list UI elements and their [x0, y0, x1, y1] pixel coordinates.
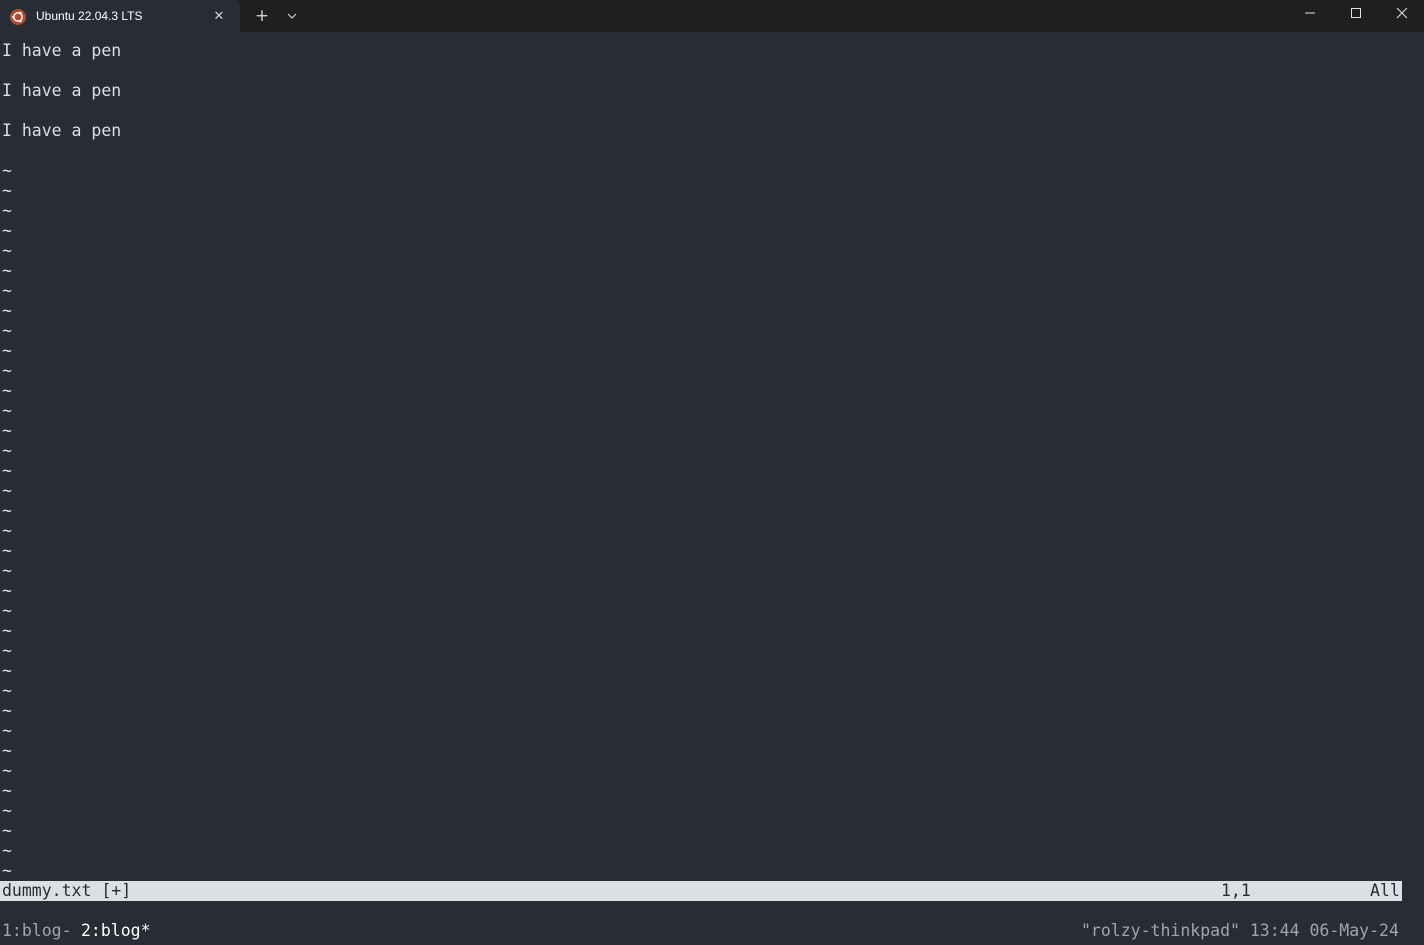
minimize-button[interactable] [1287, 0, 1333, 32]
empty-line-tilde: ~ [2, 721, 12, 740]
empty-line-tilde: ~ [2, 341, 12, 360]
editor-line[interactable]: I have a pen [2, 81, 121, 101]
empty-line-tilde: ~ [2, 521, 12, 540]
empty-line-tilde: ~ [2, 661, 12, 680]
empty-line-tilde: ~ [2, 821, 12, 840]
status-cursor-position: 1,1 [1221, 881, 1251, 900]
empty-line-tilde: ~ [2, 461, 12, 480]
tmux-window-2[interactable]: 2:blog* [81, 921, 151, 941]
status-filename: dummy.txt [+] [2, 881, 132, 900]
ubuntu-logo-icon [10, 9, 26, 25]
empty-line-tilde: ~ [2, 201, 12, 220]
chevron-down-icon[interactable] [283, 7, 301, 25]
terminal-tab[interactable]: Ubuntu 22.04.3 LTS ✕ [0, 0, 240, 32]
empty-line-tilde: ~ [2, 601, 12, 620]
empty-line-tilde: ~ [2, 401, 12, 420]
empty-line-tilde: ~ [2, 321, 12, 340]
empty-line-tilde: ~ [2, 181, 12, 200]
empty-line-tilde: ~ [2, 801, 12, 820]
editor-line[interactable]: I have a pen [2, 41, 121, 61]
new-tab-button[interactable]: + [252, 6, 272, 26]
empty-line-tilde: ~ [2, 761, 12, 780]
empty-line-tilde: ~ [2, 261, 12, 280]
empty-line-tilde: ~ [2, 161, 12, 180]
empty-line-tilde: ~ [2, 501, 12, 520]
editor-line[interactable]: I have a pen [2, 121, 121, 141]
empty-line-tilde: ~ [2, 781, 12, 800]
tmux-host-time: "rolzy-thinkpad" 13:44 06-May-24 [1081, 921, 1399, 940]
tab-title: Ubuntu 22.04.3 LTS [36, 9, 143, 23]
empty-line-tilde: ~ [2, 421, 12, 440]
terminal-content[interactable]: I have a pen I have a pen I have a pen ~ ~ ~ ~… [0, 32, 1424, 945]
empty-line-tilde: ~ [2, 241, 12, 260]
empty-line-tilde: ~ [2, 861, 12, 880]
empty-line-tilde: ~ [2, 561, 12, 580]
empty-line-tilde: ~ [2, 441, 12, 460]
empty-line-tilde: ~ [2, 841, 12, 860]
empty-line-tilde: ~ [2, 381, 12, 400]
title-bar: Ubuntu 22.04.3 LTS ✕ + [0, 0, 1424, 32]
close-window-button[interactable] [1379, 0, 1424, 32]
minimize-icon [1305, 12, 1315, 14]
vim-status-line: dummy.txt [+] 1,1 All [0, 881, 1402, 901]
empty-line-tilde: ~ [2, 481, 12, 500]
empty-line-tilde: ~ [2, 541, 12, 560]
close-tab-icon[interactable]: ✕ [210, 8, 228, 26]
empty-line-tilde: ~ [2, 581, 12, 600]
tmux-status-bar: 1:blog- 2:blog* "rolzy-thinkpad" 13:44 0… [0, 921, 1424, 941]
status-scroll-percent: All [1370, 881, 1400, 900]
tmux-window-1[interactable]: 1:blog- [2, 921, 72, 941]
empty-line-tilde: ~ [2, 681, 12, 700]
empty-line-tilde: ~ [2, 741, 12, 760]
maximize-icon [1351, 8, 1361, 18]
empty-line-tilde: ~ [2, 641, 12, 660]
empty-line-tilde: ~ [2, 361, 12, 380]
terminal-window: Ubuntu 22.04.3 LTS ✕ + I have a pen I ha… [0, 0, 1424, 945]
empty-line-tilde: ~ [2, 621, 12, 640]
empty-line-tilde: ~ [2, 281, 12, 300]
close-icon [1396, 7, 1408, 19]
empty-line-tilde: ~ [2, 701, 12, 720]
empty-line-tilde: ~ [2, 301, 12, 320]
empty-line-tilde: ~ [2, 221, 12, 240]
maximize-button[interactable] [1333, 0, 1379, 32]
